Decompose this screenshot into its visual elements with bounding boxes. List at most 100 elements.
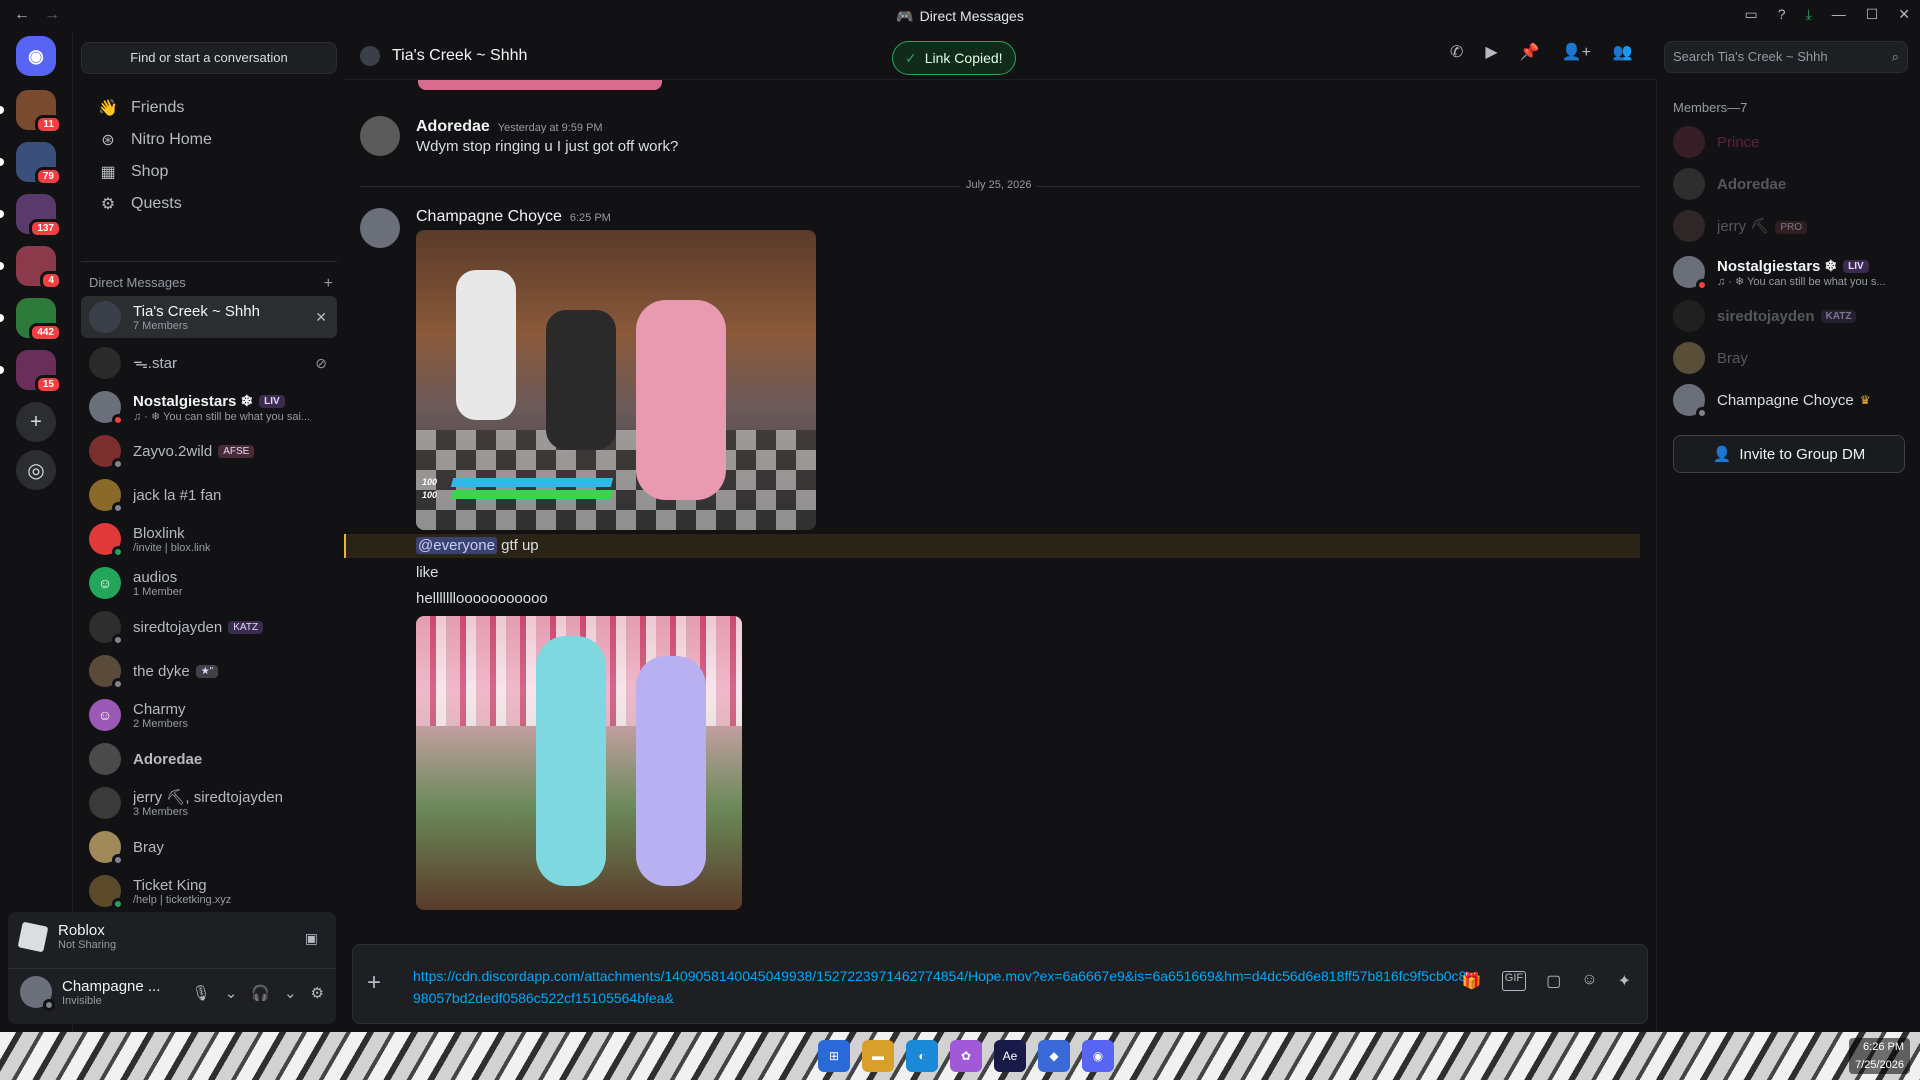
member-list-icon[interactable]: 👥 (1613, 42, 1633, 62)
image-attachment-cropped[interactable] (418, 80, 662, 90)
roblox-taskbar-icon[interactable]: ◆ (1038, 1040, 1070, 1072)
dm-item-ticket-king[interactable]: Ticket King/help | ticketking.xyz (81, 870, 337, 912)
phone-call-icon[interactable]: ✆ (1450, 42, 1463, 62)
download-icon[interactable]: ⤓ (1806, 6, 1812, 23)
minimize-icon[interactable]: — (1832, 6, 1846, 23)
video-call-icon[interactable]: ▶ (1485, 42, 1497, 62)
compass-icon: ◎ (27, 459, 45, 482)
edge-browser-icon[interactable]: ◐ (906, 1040, 938, 1072)
gif-icon[interactable]: GIF (1501, 971, 1527, 991)
discord-taskbar-icon[interactable]: ◉ (1082, 1040, 1114, 1072)
app-icon[interactable]: ✿ (950, 1040, 982, 1072)
server-folder-4[interactable]: 4 (0, 246, 62, 290)
server-folder-6[interactable]: 15 (0, 350, 62, 394)
headphones-icon[interactable]: 🎧 (251, 984, 270, 1002)
message-composer[interactable]: + https://cdn.discordapp.com/attachments… (352, 944, 1648, 1024)
attach-plus-icon[interactable]: + (367, 969, 381, 997)
user-panel: Roblox Not Sharing ▣ Champagne ... Invis… (8, 912, 336, 1024)
health-bar-green (450, 490, 614, 499)
chevron-down-icon[interactable]: ⌄ (284, 984, 297, 1002)
file-explorer-icon[interactable]: ▬ (862, 1040, 894, 1072)
system-tray[interactable]: 6:26 PM 7/25/2026 (1849, 1038, 1910, 1074)
member-champagne[interactable]: Champagne Choyce ♛ (1673, 382, 1913, 419)
dm-item-nostalgiestars[interactable]: Nostalgiestars ❄ LIV ♫ · ❄ You can still b… (81, 386, 337, 428)
chevron-down-icon[interactable]: ⌄ (225, 984, 238, 1002)
group-icon: ☺ (89, 699, 121, 731)
member-siredtojayden[interactable]: siredtojayden KATZ (1673, 298, 1913, 334)
mention-badge: 442 (29, 323, 62, 342)
everyone-mention[interactable]: @everyone (416, 537, 497, 554)
add-user-icon: 👤 (1712, 446, 1732, 463)
group-avatar (360, 45, 380, 66)
member-nostalgiestars[interactable]: Nostalgiestars ❄ LIV ♫ · ❄ You can still … (1673, 250, 1913, 294)
dm-item-tias-creek[interactable]: Tia's Creek ~ Shhh 7 Members ✕ (81, 296, 337, 338)
person-figure (536, 636, 606, 886)
microphone-icon[interactable]: 🎙 (192, 984, 211, 1002)
search-icon: ⌕ (1891, 49, 1899, 64)
nav-shop[interactable]: ▦ Shop (81, 154, 337, 190)
message-line: @everyone gtf up (416, 537, 539, 554)
dm-item-star[interactable]: ᯓ.star ⊘ (81, 342, 337, 384)
discord-logo-icon: 🎮 (896, 8, 914, 24)
windows-start-icon[interactable]: ⊞ (818, 1040, 850, 1072)
video-attachment-couple[interactable] (416, 616, 742, 910)
video-attachment-fight[interactable]: 100 100 (416, 230, 816, 530)
after-effects-icon[interactable]: Ae (994, 1040, 1026, 1072)
dm-item-the-dyke[interactable]: the dyke ★" (81, 650, 337, 692)
dm-item-charmy[interactable]: ☺ Charmy 2 Members (81, 694, 337, 736)
account-info[interactable]: Champagne ... Invisible (20, 976, 160, 1011)
server-folder-5[interactable]: 442 (0, 298, 62, 342)
server-folder-2[interactable]: 79 (0, 142, 62, 186)
sticker-icon[interactable]: ▢ (1546, 971, 1561, 991)
nav-quests[interactable]: ⚙ Quests (81, 186, 337, 222)
avatar[interactable] (360, 208, 400, 248)
member-jerry[interactable]: jerry ⛏ PRO (1673, 208, 1913, 244)
member-prince[interactable]: Prince (1673, 124, 1913, 160)
gift-icon[interactable]: 🎁 (1462, 971, 1482, 991)
maximize-icon[interactable]: ☐ (1866, 6, 1879, 23)
message-line: like (416, 564, 439, 581)
message-input[interactable]: https://cdn.discordapp.com/attachments/1… (413, 965, 1473, 1009)
date-divider: July 25, 2026 (360, 179, 1640, 191)
status-online (112, 546, 124, 558)
add-server-button[interactable]: + (16, 402, 56, 442)
create-dm-plus-icon[interactable]: + (324, 275, 333, 293)
mention-badge: 4 (40, 271, 62, 290)
avatar[interactable] (360, 116, 400, 156)
settings-gear-icon[interactable]: ⚙ (311, 984, 324, 1002)
status-offline (1696, 407, 1708, 419)
nav-friends[interactable]: 👋 Friends (81, 90, 337, 126)
pinned-messages-icon[interactable]: 📌 (1520, 42, 1540, 62)
inbox-icon[interactable]: ▭ (1744, 6, 1757, 23)
checkmark-icon: ✓ (905, 49, 917, 66)
help-icon[interactable]: ? (1778, 6, 1786, 23)
dm-item-audios[interactable]: ☺ audios 1 Member (81, 562, 337, 604)
dm-item-zayvo[interactable]: Zayvo.2wild AFSE (81, 430, 337, 472)
search-input[interactable]: Search Tia's Creek ~ Shhh ⌕ (1664, 41, 1908, 73)
discover-button[interactable]: ◎ (16, 450, 56, 490)
avatar (1673, 342, 1705, 374)
emoji-icon[interactable]: ☺ (1581, 971, 1597, 991)
avatar (89, 743, 121, 775)
invite-to-group-button[interactable]: 👤 Invite to Group DM (1673, 435, 1905, 473)
apps-icon[interactable]: ✦ (1618, 971, 1631, 991)
mention-badge: 11 (35, 115, 62, 134)
dm-item-jerry-group[interactable]: jerry ⛏, siredtojayden 3 Members (81, 782, 337, 824)
add-friends-icon[interactable]: 👤+ (1562, 42, 1591, 62)
server-folder-3[interactable]: 137 (0, 194, 62, 238)
find-conversation-button[interactable]: Find or start a conversation (81, 42, 337, 74)
close-window-icon[interactable]: ✕ (1898, 6, 1910, 23)
dm-item-jack[interactable]: jack la #1 fan (81, 474, 337, 516)
dm-item-siredtojayden[interactable]: siredtojayden KATZ (81, 606, 337, 648)
dm-item-adoredae[interactable]: Adoredae (81, 738, 337, 780)
member-adoredae[interactable]: Adoredae (1673, 166, 1913, 202)
nav-nitro-home[interactable]: ⊛ Nitro Home (81, 122, 337, 158)
home-button[interactable]: ◉ (16, 36, 56, 76)
screen-share-icon[interactable]: ▣ (305, 930, 318, 947)
dm-item-bloxlink[interactable]: Bloxlink/invite | blox.link (81, 518, 337, 560)
mention-badge: 137 (29, 219, 62, 238)
dm-item-bray[interactable]: Bray (81, 826, 337, 868)
member-bray[interactable]: Bray (1673, 340, 1913, 376)
close-dm-icon[interactable]: ✕ (315, 309, 327, 326)
server-folder-1[interactable]: 11 (0, 90, 62, 134)
